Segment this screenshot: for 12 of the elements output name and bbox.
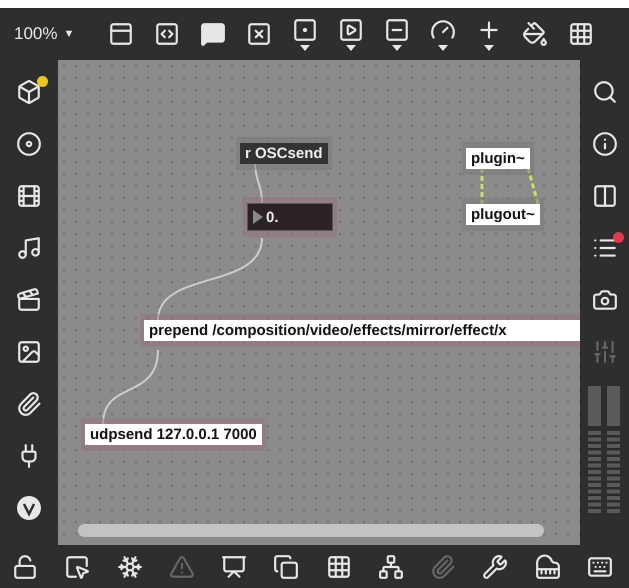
triangle-icon: [253, 210, 263, 224]
scrollbar[interactable]: [78, 524, 544, 537]
patch-object[interactable]: plugin~: [466, 148, 530, 169]
zoom-dropdown[interactable]: 100% ▼: [14, 24, 74, 44]
patch-object[interactable]: prepend /composition/video/effects/mirror/effect/x: [144, 320, 580, 341]
signal-cord: [480, 168, 484, 204]
number-box[interactable]: 0.: [247, 203, 333, 231]
patch-cord: [254, 162, 263, 204]
signal-cord: [526, 168, 540, 204]
patch-object[interactable]: udpsend 127.0.0.1 7000: [85, 424, 262, 445]
patch-object[interactable]: plugout~: [466, 204, 540, 225]
patch-object[interactable]: r OSCsend: [240, 143, 328, 164]
